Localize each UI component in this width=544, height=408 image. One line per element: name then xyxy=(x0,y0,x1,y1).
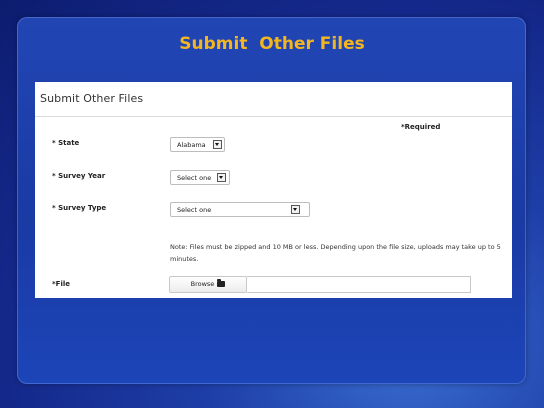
survey-type-label: * Survey Type xyxy=(52,204,107,212)
survey-year-select[interactable]: Select one xyxy=(170,170,230,185)
slide-title: Submit Other Files xyxy=(179,34,365,54)
form-header: Submit Other Files xyxy=(35,82,512,117)
survey-year-label: * Survey Year xyxy=(52,172,106,180)
submit-form: Submit Other Files *Required * State Ala… xyxy=(35,82,512,298)
required-note: *Required xyxy=(401,123,441,131)
file-label: *File xyxy=(52,280,70,288)
upload-note: Note: Files must be zipped and 10 MB or … xyxy=(170,243,501,263)
chevron-down-icon[interactable] xyxy=(217,173,226,182)
survey-year-select-value: Select one xyxy=(177,174,212,182)
state-label: * State xyxy=(52,139,80,147)
folder-icon xyxy=(217,279,226,287)
chevron-down-icon[interactable] xyxy=(213,140,222,149)
state-select[interactable]: Alabama xyxy=(170,137,225,152)
chevron-down-icon[interactable] xyxy=(291,205,300,214)
form-heading: Submit Other Files xyxy=(40,92,144,105)
browse-label: Browse xyxy=(190,280,215,288)
file-path-field[interactable] xyxy=(247,276,471,293)
state-select-value: Alabama xyxy=(177,141,206,149)
browse-button[interactable]: Browse xyxy=(169,276,247,293)
survey-type-select[interactable]: Select one xyxy=(170,202,310,217)
survey-type-select-value: Select one xyxy=(177,206,212,214)
